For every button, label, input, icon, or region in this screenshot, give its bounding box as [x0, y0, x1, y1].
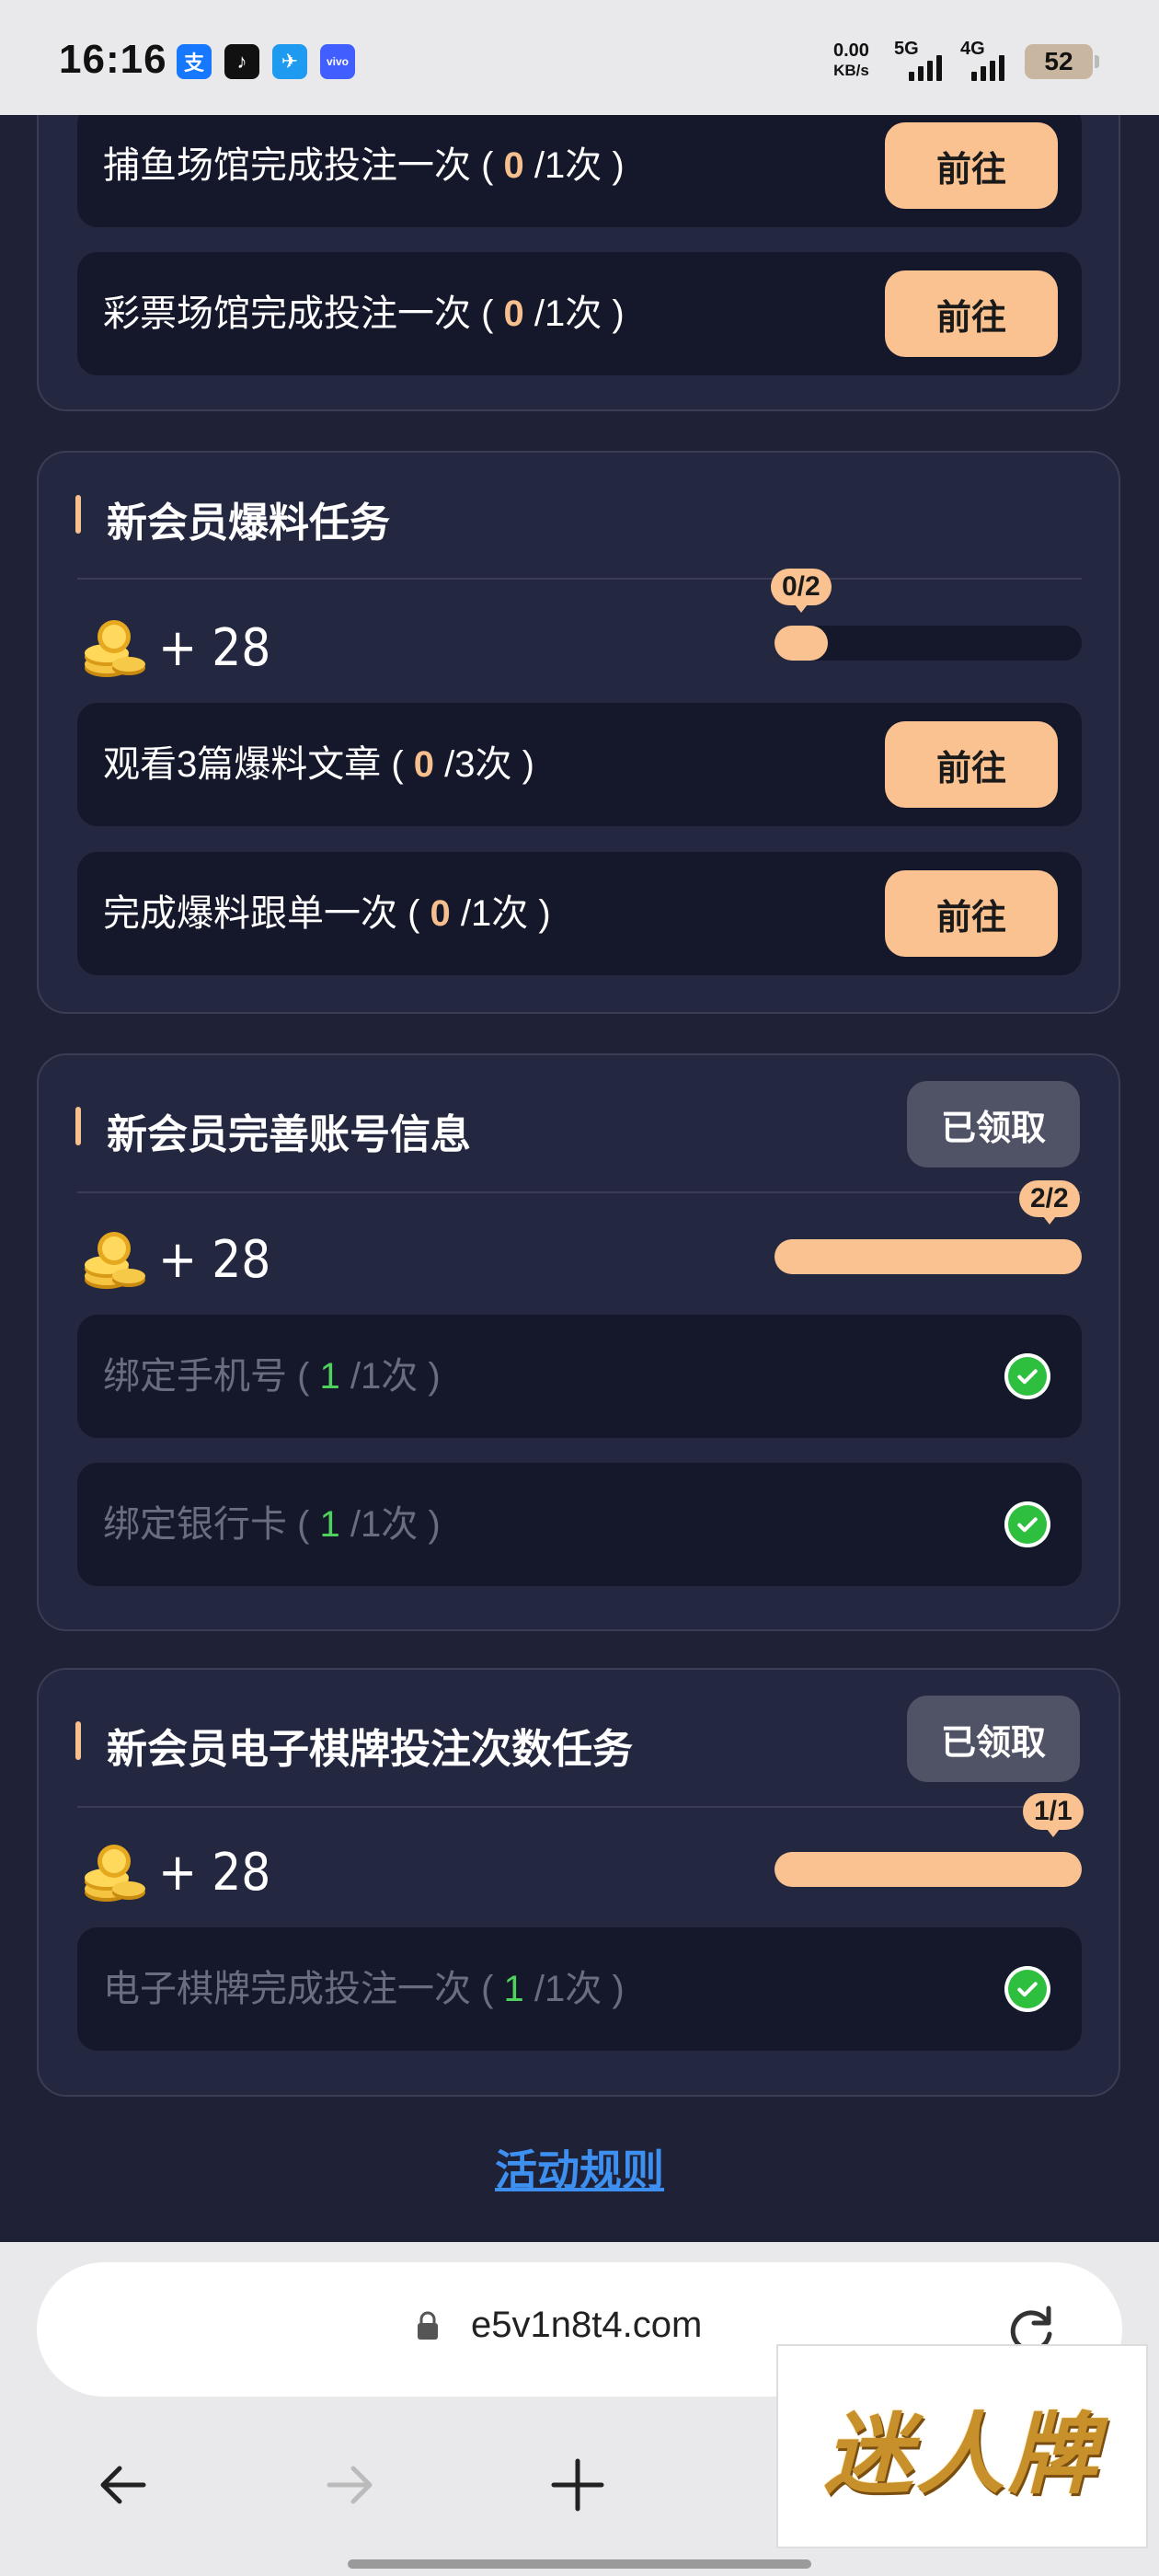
bird-app-icon: ✈ [272, 44, 307, 79]
task-count: 0 [430, 893, 451, 934]
check-icon [1004, 1501, 1050, 1547]
home-indicator[interactable] [348, 2559, 811, 2569]
card-title: 新会员电子棋牌投注次数任务 [107, 1727, 633, 1772]
back-icon[interactable] [94, 2455, 153, 2514]
status-bar: 16:16 支 ♪ ✈ vivo 0.00 KB/s 5G 4G 52 [0, 0, 1159, 115]
progress-fill [775, 626, 828, 661]
network-speed-value: 0.00 [833, 40, 869, 61]
clock: 16:16 [59, 37, 167, 82]
divider [77, 1191, 1082, 1193]
task-count: 1 [503, 1969, 524, 2009]
card-title: 新会员完善账号信息 [107, 1112, 471, 1157]
forward-icon[interactable] [320, 2455, 379, 2514]
task-count: 0 [503, 293, 524, 334]
task-label: 电子棋牌完成投注一次 ( 1 /1次 ) [103, 1969, 625, 2009]
activity-rules-link[interactable]: 活动规则 [0, 2137, 1159, 2198]
task-label: 完成爆料跟单一次 ( 0 /1次 ) [103, 893, 551, 934]
go-button[interactable]: 前往 [885, 870, 1058, 957]
progress-fill [775, 1239, 1082, 1274]
task-row-bind-phone: 绑定手机号 ( 1 /1次 ) [77, 1315, 1082, 1438]
tiktok-icon: ♪ [224, 44, 259, 79]
task-row-lottery: 彩票场馆完成投注一次 ( 0 /1次 ) 前往 [77, 252, 1082, 375]
venue-task-card: 捕鱼场馆完成投注一次 ( 0 /1次 ) 前往 彩票场馆完成投注一次 ( 0 /… [37, 115, 1120, 411]
go-button[interactable]: 前往 [885, 270, 1058, 357]
alipay-icon: 支 [177, 44, 212, 79]
gold-coins-icon [85, 620, 145, 677]
battery-icon: 52 [1025, 44, 1099, 79]
progress-fill [775, 1852, 1082, 1887]
title-accent-bar [75, 1721, 81, 1760]
task-row-follow-order: 完成爆料跟单一次 ( 0 /1次 ) 前往 [77, 852, 1082, 975]
task-label: 彩票场馆完成投注一次 ( 0 /1次 ) [103, 293, 625, 334]
task-row-read-articles: 观看3篇爆料文章 ( 0 /3次 ) 前往 [77, 703, 1082, 826]
reward: + 28 [79, 611, 270, 684]
divider [77, 1806, 1082, 1808]
new-tab-icon[interactable] [548, 2455, 607, 2514]
network-speed: 0.00 KB/s [833, 40, 869, 81]
task-label: 绑定手机号 ( 1 /1次 ) [103, 1356, 441, 1397]
watermark-text: 迷人牌 [824, 2401, 1100, 2506]
reward-amount: + 28 [158, 617, 271, 678]
watermark-logo: 迷人牌 [776, 2344, 1148, 2548]
lock-icon [418, 2311, 438, 2340]
vivo-icon: vivo [320, 44, 355, 79]
gold-coins-icon [85, 1232, 145, 1289]
task-label: 捕鱼场馆完成投注一次 ( 0 /1次 ) [103, 145, 625, 186]
account-task-card: 新会员完善账号信息 已领取 + 28 2/2 绑定手机号 ( 1 /1次 ) 绑… [37, 1053, 1120, 1631]
progress-bar [775, 626, 1082, 661]
signal-4g-icon [971, 55, 1004, 81]
task-count: 1 [319, 1356, 340, 1397]
check-icon [1004, 1966, 1050, 2012]
chess-task-card: 新会员电子棋牌投注次数任务 已领取 + 28 1/1 电子棋牌完成投注一次 ( … [37, 1668, 1120, 2097]
claimed-button[interactable]: 已领取 [907, 1081, 1080, 1167]
task-label: 观看3篇爆料文章 ( 0 /3次 ) [103, 744, 534, 785]
go-button[interactable]: 前往 [885, 122, 1058, 209]
progress-bar [775, 1239, 1082, 1274]
gold-coins-icon [85, 1845, 145, 1902]
tips-task-card: 新会员爆料任务 + 28 0/2 观看3篇爆料文章 ( 0 /3次 ) 前往 完… [37, 451, 1120, 1014]
notification-icons: 支 ♪ ✈ vivo [177, 44, 355, 79]
task-label: 绑定银行卡 ( 1 /1次 ) [103, 1504, 441, 1545]
signal-5g-icon [909, 55, 942, 81]
progress-badge: 0/2 [771, 569, 832, 613]
task-row-fishing: 捕鱼场馆完成投注一次 ( 0 /1次 ) 前往 [77, 115, 1082, 227]
card-title: 新会员爆料任务 [107, 500, 390, 546]
task-count: 0 [503, 145, 524, 186]
check-icon [1004, 1353, 1050, 1399]
reward: + 28 [79, 1223, 270, 1296]
title-accent-bar [75, 495, 81, 534]
progress-badge: 1/1 [1023, 1793, 1084, 1837]
reward: + 28 [79, 1835, 270, 1909]
network-speed-unit: KB/s [833, 62, 869, 79]
reward-amount: + 28 [158, 1229, 271, 1290]
task-page[interactable]: 捕鱼场馆完成投注一次 ( 0 /1次 ) 前往 彩票场馆完成投注一次 ( 0 /… [0, 115, 1159, 2242]
url-text[interactable]: e5v1n8t4.com [471, 2305, 702, 2346]
divider [77, 578, 1082, 580]
task-count: 1 [319, 1504, 340, 1545]
task-count: 0 [413, 744, 435, 785]
go-button[interactable]: 前往 [885, 721, 1058, 808]
task-row-chess-bet: 电子棋牌完成投注一次 ( 1 /1次 ) [77, 1927, 1082, 2051]
title-accent-bar [75, 1107, 81, 1145]
progress-badge: 2/2 [1019, 1180, 1080, 1225]
progress-bar [775, 1852, 1082, 1887]
task-row-bind-bank-card: 绑定银行卡 ( 1 /1次 ) [77, 1463, 1082, 1586]
claimed-button[interactable]: 已领取 [907, 1696, 1080, 1782]
reward-amount: + 28 [158, 1842, 271, 1903]
